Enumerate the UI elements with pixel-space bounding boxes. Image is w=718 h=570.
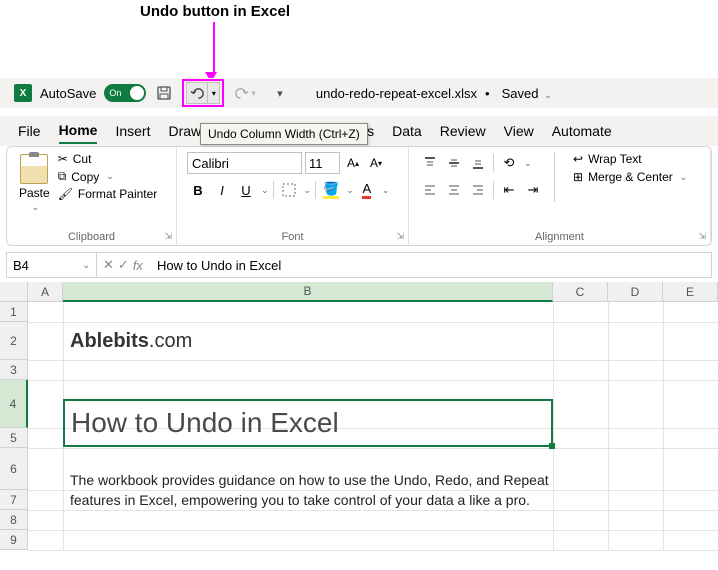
col-header-b[interactable]: B [63, 282, 553, 302]
align-right-button[interactable] [467, 179, 489, 201]
col-header-c[interactable]: C [553, 282, 608, 302]
redo-button[interactable]: ▾ [234, 86, 256, 101]
title-bar: X AutoSave On ▾ ▾ ▾ undo-redo-repeat-exc… [0, 78, 718, 108]
document-filename: undo-redo-repeat-excel.xlsx [316, 86, 477, 101]
tab-review[interactable]: Review [440, 119, 486, 143]
font-size-input[interactable] [305, 152, 340, 174]
col-header-a[interactable]: A [28, 282, 63, 302]
orientation-button[interactable]: ⟲ [498, 152, 520, 174]
paste-button[interactable]: Paste ⌄ [17, 152, 52, 215]
alignment-dialog-launcher[interactable]: ⇲ [698, 231, 706, 242]
font-dialog-launcher[interactable]: ⇲ [396, 231, 404, 242]
qat-customize[interactable]: ▾ [270, 83, 290, 103]
row-header-4[interactable]: 4 [0, 380, 28, 428]
row-header-7[interactable]: 7 [0, 490, 28, 510]
copy-button[interactable]: ⧉Copy⌄ [58, 169, 158, 184]
formula-bar: B4⌄ ✕ ✓ fx How to Undo in Excel [6, 252, 712, 278]
align-middle-button[interactable] [443, 152, 465, 174]
format-painter-button[interactable]: 🖌Format Painter [58, 187, 158, 201]
cells-area[interactable]: Ablebits.com How to Undo in Excel The wo… [28, 302, 718, 550]
font-color-button[interactable]: A [356, 179, 378, 201]
font-name-input[interactable] [187, 152, 302, 174]
row-header-6[interactable]: 6 [0, 448, 28, 490]
excel-icon: X [14, 84, 32, 102]
tab-draw[interactable]: Draw [168, 119, 201, 143]
align-bottom-button[interactable] [467, 152, 489, 174]
decrease-font-button[interactable]: A▾ [366, 153, 386, 173]
cell-b6-text: The workbook provides guidance on how to… [70, 470, 550, 511]
save-icon[interactable] [154, 83, 174, 103]
increase-font-button[interactable]: A▴ [343, 153, 363, 173]
tab-data[interactable]: Data [392, 119, 422, 143]
row-header-8[interactable]: 8 [0, 510, 28, 530]
merge-center-button[interactable]: ⊞Merge & Center⌄ [573, 170, 687, 184]
underline-button[interactable]: U [235, 179, 257, 201]
group-label-clipboard: Clipboard [17, 229, 166, 243]
row-header-5[interactable]: 5 [0, 428, 28, 448]
enter-formula-icon[interactable]: ✓ [118, 257, 129, 273]
save-status[interactable]: Saved ⌄ [502, 86, 552, 101]
paste-icon [20, 154, 48, 184]
brush-icon: 🖌 [58, 187, 73, 201]
cancel-formula-icon[interactable]: ✕ [103, 257, 114, 273]
annotation-arrow [210, 22, 217, 82]
group-font: A▴ A▾ B I U⌄ ⌄ 🪣⌄ A⌄ Font ⇲ [177, 147, 409, 245]
copy-icon: ⧉ [58, 169, 67, 184]
fx-icon[interactable]: fx [133, 258, 143, 273]
undo-button-highlight: ▾ [182, 79, 224, 107]
clipboard-dialog-launcher[interactable]: ⇲ [164, 231, 172, 242]
row-header-9[interactable]: 9 [0, 530, 28, 550]
align-left-button[interactable] [419, 179, 441, 201]
fill-handle[interactable] [549, 443, 555, 449]
tab-automate[interactable]: Automate [552, 119, 612, 143]
wrap-text-button[interactable]: ↩Wrap Text [573, 152, 687, 166]
group-label-alignment: Alignment [419, 229, 700, 243]
tab-file[interactable]: File [18, 119, 41, 143]
group-clipboard: Paste ⌄ ✂Cut ⧉Copy⌄ 🖌Format Painter Clip… [7, 147, 177, 245]
align-top-button[interactable] [419, 152, 441, 174]
undo-button[interactable] [186, 82, 208, 104]
borders-button[interactable] [278, 179, 300, 201]
autosave-label: AutoSave [40, 86, 96, 101]
tab-home[interactable]: Home [59, 118, 98, 144]
undo-dropdown[interactable]: ▾ [208, 82, 220, 104]
increase-indent-button[interactable]: ⇥ [522, 179, 544, 201]
autosave-toggle[interactable]: On [104, 84, 146, 102]
undo-tooltip: Undo Column Width (Ctrl+Z) [200, 123, 368, 145]
col-header-e[interactable]: E [663, 282, 718, 302]
row-header-1[interactable]: 1 [0, 302, 28, 322]
wrap-icon: ↩ [573, 152, 583, 166]
cell-b2-logo: Ablebits.com [70, 330, 192, 353]
tab-view[interactable]: View [504, 119, 534, 143]
group-label-font: Font [187, 229, 398, 243]
filename-separator: • [485, 86, 490, 101]
active-cell-b4[interactable]: How to Undo in Excel [63, 399, 553, 447]
merge-icon: ⊞ [573, 170, 583, 184]
scissors-icon: ✂ [58, 152, 68, 166]
name-box[interactable]: B4⌄ [7, 253, 97, 277]
row-header-2[interactable]: 2 [0, 322, 28, 360]
col-header-d[interactable]: D [608, 282, 663, 302]
row-header-3[interactable]: 3 [0, 360, 28, 380]
formula-input[interactable]: How to Undo in Excel [149, 258, 711, 273]
select-all-corner[interactable] [0, 282, 28, 302]
cut-button[interactable]: ✂Cut [58, 152, 158, 166]
worksheet-grid: A B C D E 1 2 3 4 5 6 7 8 9 [0, 282, 718, 570]
bold-button[interactable]: B [187, 179, 209, 201]
group-alignment: ⟲⌄ ⇤ ⇥ ↩Wrap Text ⊞Merge & Center⌄ Align… [409, 147, 711, 245]
italic-button[interactable]: I [211, 179, 233, 201]
annotation-label: Undo button in Excel [140, 3, 290, 20]
decrease-indent-button[interactable]: ⇤ [498, 179, 520, 201]
ribbon: Paste ⌄ ✂Cut ⧉Copy⌄ 🖌Format Painter Clip… [6, 146, 712, 246]
cell-b4-text: How to Undo in Excel [71, 407, 339, 439]
align-center-button[interactable] [443, 179, 465, 201]
tab-insert[interactable]: Insert [115, 119, 150, 143]
fill-color-button[interactable]: 🪣 [320, 179, 342, 201]
